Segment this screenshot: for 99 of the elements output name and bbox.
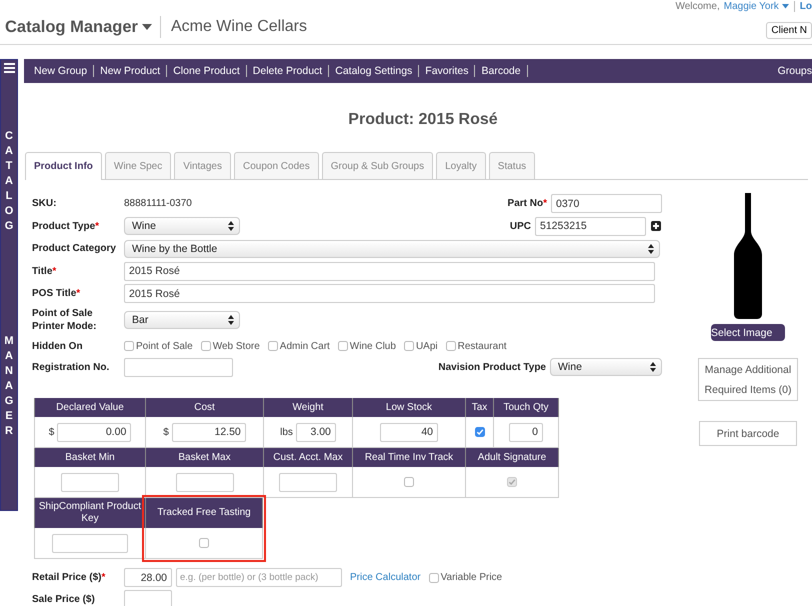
updown-arrows-icon — [650, 362, 656, 372]
number-field[interactable]: 12.50 — [172, 422, 246, 442]
number-field[interactable]: 3.00 — [296, 422, 336, 442]
text-field[interactable]: 2015 Rosé — [124, 262, 655, 280]
checkbox-label: Point of Sale — [136, 340, 193, 352]
column-header: Real Time Inv Track — [352, 448, 465, 467]
column-header: Declared Value — [34, 398, 145, 417]
updown-arrows-icon — [648, 244, 654, 254]
checkbox[interactable] — [404, 341, 414, 351]
checkbox[interactable] — [474, 427, 484, 437]
toolbar-link[interactable]: Clone Product — [167, 65, 247, 77]
checkbox[interactable] — [199, 538, 209, 548]
checkbox[interactable] — [428, 572, 439, 582]
checkbox[interactable] — [446, 341, 456, 351]
column-header: Weight — [263, 398, 352, 417]
column-header: Cust. Acct. Max — [263, 448, 352, 467]
user-menu-link[interactable]: Maggie York — [724, 0, 779, 12]
toolbar-link[interactable]: Barcode — [475, 65, 528, 77]
logout-link[interactable]: Lo — [794, 0, 812, 12]
tab[interactable]: Product Info — [25, 152, 102, 180]
checkbox-label: Wine Club — [350, 340, 396, 352]
dropdown[interactable]: Wine by the Bottle — [124, 240, 660, 258]
text-field[interactable]: 40 — [380, 422, 438, 442]
column-header: Cost — [145, 398, 263, 417]
sidebar-label: CATALOG — [4, 129, 14, 234]
app-title[interactable]: Catalog Manager — [5, 18, 138, 36]
dropdown[interactable]: Bar — [124, 311, 240, 329]
toolbar-link[interactable]: Catalog Settings — [329, 65, 420, 77]
field-label: Retail Price ($)* — [32, 571, 106, 584]
toolbar-link[interactable]: Favorites — [419, 65, 476, 77]
text-field[interactable]: 28.00 — [124, 568, 172, 587]
manage-items-button[interactable]: Manage Additional Required Items (0) — [698, 358, 798, 401]
unit-label: $ — [48, 426, 54, 438]
field-label: Hidden On — [32, 340, 84, 352]
updown-arrows-icon — [228, 315, 234, 325]
text-field[interactable]: 0370 — [551, 194, 662, 213]
checkbox-label: Variable Price — [440, 572, 502, 583]
checkbox[interactable] — [200, 341, 211, 351]
column-header: ShipCompliant Product Key — [34, 498, 145, 528]
text-field[interactable] — [124, 590, 172, 606]
plus-icon[interactable] — [651, 221, 661, 231]
updown-arrows-icon — [228, 221, 234, 231]
text-field[interactable] — [279, 472, 337, 492]
field-label: POS Title* — [32, 287, 82, 300]
text-field[interactable]: 2015 Rosé — [124, 284, 655, 303]
text-field[interactable]: e.g. (per bottle) or (3 bottle pack) — [176, 568, 342, 587]
page-title: Product: 2015 Rosé — [348, 111, 498, 129]
toolbar-link[interactable]: Groups — [772, 65, 812, 77]
select-image-button[interactable]: Select Image — [711, 324, 785, 341]
welcome-text: Welcome, — [675, 0, 720, 12]
checkbox[interactable] — [268, 341, 278, 351]
checkbox-label: UApi — [416, 340, 438, 352]
menu-icon[interactable] — [4, 63, 14, 73]
field-label: Registration No. — [32, 360, 110, 374]
checkbox[interactable] — [338, 341, 348, 351]
checkbox-label: Web Store — [212, 340, 260, 352]
text-field[interactable]: 51253215 — [535, 216, 646, 236]
field-label: Product Category — [32, 242, 117, 255]
field-label: Product Type* — [32, 220, 100, 232]
toolbar-link[interactable]: New Group — [28, 65, 94, 77]
toolbar-link[interactable]: New Product — [94, 65, 168, 77]
checkbox[interactable] — [124, 341, 134, 351]
sku-value: 88881111-0370 — [124, 198, 192, 209]
caret-icon[interactable] — [782, 4, 789, 8]
column-header: Basket Min — [34, 448, 145, 467]
checkbox-label: Restaurant — [458, 340, 507, 352]
field-label: Title* — [32, 264, 58, 278]
unit-label: lbs — [280, 426, 293, 438]
text-field[interactable] — [124, 358, 233, 376]
column-header: Tax — [465, 398, 493, 417]
wine-bottle-icon — [733, 193, 763, 319]
text-field[interactable] — [52, 534, 128, 552]
column-header: Tracked Free Tasting — [145, 498, 263, 528]
caret-icon[interactable] — [142, 24, 152, 30]
field-label: SKU: — [32, 197, 58, 210]
unit-label: $ — [163, 426, 169, 438]
checkbox-label: Admin Cart — [280, 340, 330, 352]
account-name: Acme Wine Cellars — [160, 16, 307, 38]
dropdown[interactable]: Wine — [550, 358, 662, 376]
field-label: Navision Product Type — [438, 362, 546, 372]
client-button[interactable]: Client N — [766, 22, 812, 38]
sidebar-label: MANAGER — [4, 334, 14, 439]
text-field[interactable] — [61, 472, 119, 492]
price-calculator-link[interactable]: Price Calculator — [350, 572, 421, 583]
column-header: Low Stock — [352, 398, 465, 417]
number-field[interactable]: 0.00 — [57, 422, 132, 442]
field-label: UPC — [510, 220, 531, 232]
text-field[interactable]: 0 — [509, 422, 543, 442]
field-label: Point of Sale Printer Mode: — [32, 307, 98, 333]
field-label: Part No* — [508, 198, 547, 209]
column-header: Touch Qty — [493, 398, 559, 417]
print-barcode-button[interactable]: Print barcode — [699, 421, 797, 446]
column-header: Adult Signature — [465, 448, 559, 467]
checkbox[interactable] — [404, 477, 414, 487]
dropdown[interactable]: Wine — [124, 217, 240, 235]
toolbar-link[interactable]: Delete Product — [246, 65, 330, 77]
field-label: Sale Price ($) — [32, 593, 96, 606]
text-field[interactable] — [176, 472, 234, 492]
column-header: Basket Max — [145, 448, 263, 467]
